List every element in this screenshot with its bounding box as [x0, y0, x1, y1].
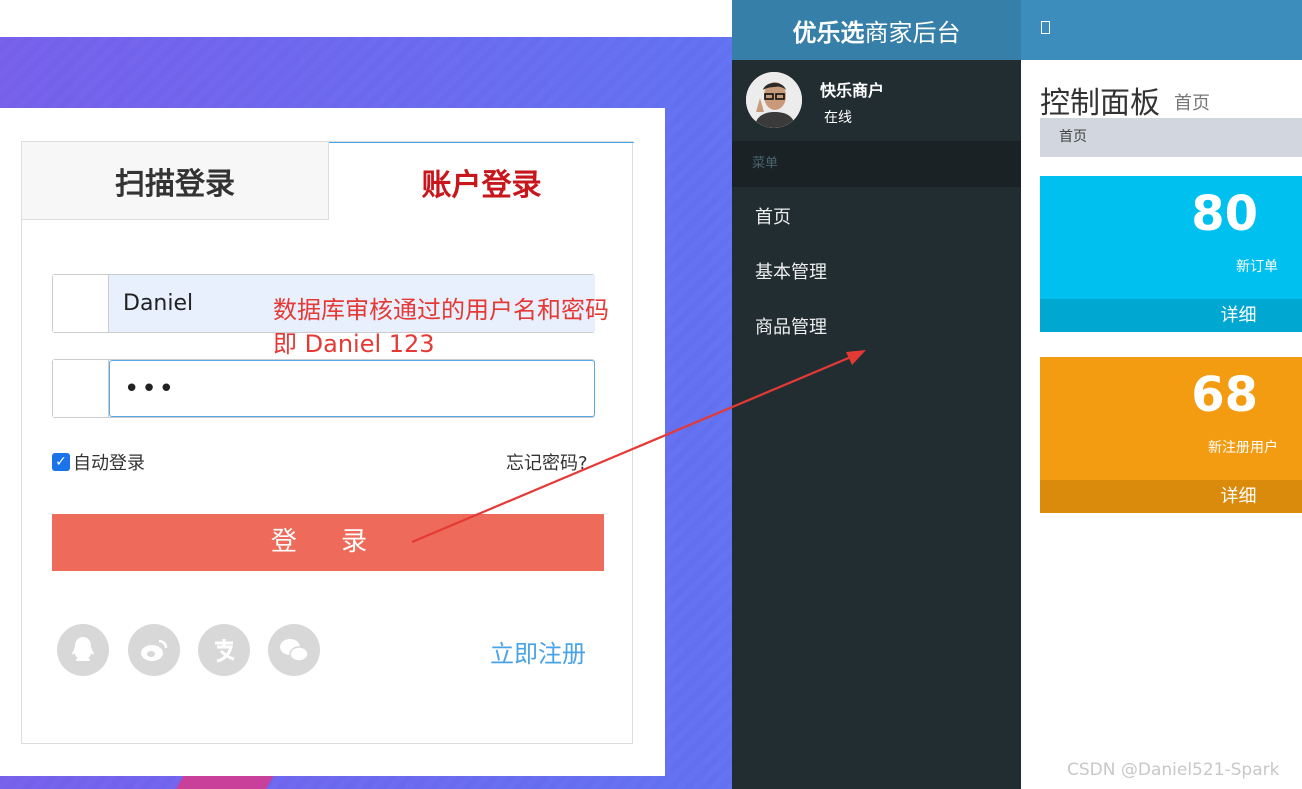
- annotation-line-2: 即 Daniel 123: [273, 330, 435, 358]
- new-orders-detail-link[interactable]: 详细: [1040, 299, 1302, 332]
- qq-icon[interactable]: [57, 624, 109, 676]
- forgot-password-link[interactable]: 忘记密码?: [506, 449, 588, 475]
- login-card: 扫描登录 账户登录 ✓ 自动登录 忘记密码? 登 录 立即注册: [0, 108, 665, 776]
- new-orders-count: 80: [1191, 186, 1258, 242]
- tab-scan-login[interactable]: 扫描登录: [22, 142, 329, 220]
- sidebar-item-product-management[interactable]: 商品管理: [755, 313, 827, 339]
- breadcrumb[interactable]: 首页: [1040, 118, 1302, 157]
- register-link[interactable]: 立即注册: [490, 634, 586, 669]
- new-users-count: 68: [1191, 367, 1258, 423]
- new-users-box: 68 新注册用户 详细: [1040, 357, 1302, 513]
- watermark: CSDN @Daniel521-Spark: [1067, 760, 1280, 780]
- new-users-detail-link[interactable]: 详细: [1040, 480, 1302, 513]
- avatar: [746, 72, 802, 128]
- remember-label: 自动登录: [73, 453, 145, 474]
- tab-account-login[interactable]: 账户登录: [329, 142, 634, 220]
- page-title: 控制面板: [1040, 86, 1160, 121]
- remember-checkbox[interactable]: ✓ 自动登录: [52, 449, 145, 475]
- page-subtitle: 首页: [1174, 93, 1210, 114]
- user-panel: 快乐商户 在线: [732, 60, 1021, 141]
- content-area: 控制面板 首页 首页 80 新订单 详细 68 新注册用户 详细: [1021, 60, 1302, 789]
- new-orders-label: 新订单: [1236, 259, 1278, 275]
- password-field-group: [52, 359, 595, 418]
- weibo-icon[interactable]: [128, 624, 180, 676]
- decorative-shape: [175, 775, 275, 789]
- app-logo[interactable]: 优乐选 商家后台: [732, 0, 1021, 60]
- lock-icon: [53, 360, 109, 417]
- alipay-icon[interactable]: [198, 624, 250, 676]
- user-icon: [53, 275, 109, 332]
- sidebar-item-basic-management[interactable]: 基本管理: [755, 258, 827, 284]
- top-navbar: [1021, 0, 1302, 60]
- sidebar: 优乐选 商家后台 快乐商户 在线 菜单 首页 基本管理 商品管理: [732, 0, 1021, 789]
- sidebar-toggle-icon[interactable]: [1041, 21, 1050, 34]
- annotation-line-1: 数据库审核通过的用户名和密码: [273, 296, 609, 324]
- logo-text: 商家后台: [864, 18, 961, 47]
- password-input[interactable]: [109, 360, 595, 417]
- login-panel: 扫描登录 账户登录 ✓ 自动登录 忘记密码? 登 录 立即注册: [21, 141, 634, 744]
- wechat-icon[interactable]: [268, 624, 320, 676]
- menu-header: 菜单: [732, 141, 1021, 187]
- user-name: 快乐商户: [820, 81, 885, 100]
- logo-bold-text: 优乐选: [792, 18, 865, 47]
- annotation-text: 数据库审核通过的用户名和密码 即 Daniel 123: [273, 293, 609, 361]
- new-orders-box: 80 新订单 详细: [1040, 176, 1302, 332]
- user-status: 在线: [824, 110, 852, 126]
- sidebar-item-home[interactable]: 首页: [755, 203, 791, 229]
- new-users-label: 新注册用户: [1208, 440, 1278, 456]
- checkbox-checked-icon[interactable]: ✓: [52, 453, 70, 471]
- login-button[interactable]: 登 录: [52, 514, 604, 571]
